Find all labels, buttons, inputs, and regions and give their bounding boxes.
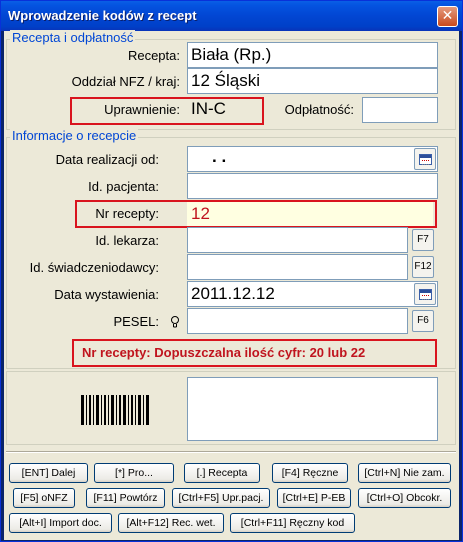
barcode-icon <box>81 395 149 425</box>
id-lekarza-field[interactable] <box>187 227 408 253</box>
pro-button[interactable]: [*] Pro... <box>94 463 174 483</box>
close-button[interactable]: ✕ <box>437 6 458 27</box>
uprawnienie-label: Uprawnienie: <box>104 102 180 117</box>
calendar-icon <box>419 154 432 165</box>
onfz-button[interactable]: [F5] oNFZ <box>13 488 75 508</box>
recepta-label: Recepta: <box>127 48 180 63</box>
window-title: Wprowadzenie kodów z recept <box>8 8 197 23</box>
error-message: Nr recepty: Dopuszczalna ilość cyfr: 20 … <box>82 345 366 360</box>
dialog-window: Wprowadzenie kodów z recept ✕ Recepta i … <box>0 0 463 542</box>
data-realizacji-label: Data realizacji od: <box>55 152 159 167</box>
lightbulb-icon <box>170 314 180 333</box>
id-swiadczeniodawcy-label: Id. świadczeniodawcy: <box>29 260 159 275</box>
id-pacjenta-label: Id. pacjenta: <box>88 179 159 194</box>
notes-textarea[interactable] <box>187 377 438 441</box>
oddzial-label: Oddział NFZ / kraj: <box>71 74 180 89</box>
reczne-button[interactable]: [F4] Ręczne <box>272 463 348 483</box>
pesel-label: PESEL: <box>113 314 159 329</box>
data-realizacji-calendar-button[interactable] <box>414 148 436 170</box>
import-doc-button[interactable]: [Alt+I] Import doc. <box>9 513 112 533</box>
odplatnosc-field[interactable] <box>362 97 438 123</box>
button-area-separator <box>6 451 456 453</box>
pesel-field[interactable] <box>187 308 408 334</box>
uprawnienie-field[interactable]: IN-C <box>187 97 259 121</box>
rec-wet-button[interactable]: [Alt+F12] Rec. wet. <box>118 513 224 533</box>
section-recepta-title: Recepta i odpłatność <box>10 30 136 45</box>
id-swiadczeniodawcy-field[interactable] <box>187 254 408 280</box>
section-informacje-title: Informacje o recepcie <box>10 128 139 143</box>
powtorz-button[interactable]: [F11] Powtórz <box>86 488 165 508</box>
calendar-icon <box>419 289 432 300</box>
oddzial-field[interactable]: 12 Śląski <box>187 68 438 94</box>
id-pacjenta-field[interactable] <box>187 173 438 199</box>
f12-button[interactable]: F12 <box>412 256 434 278</box>
data-realizacji-field[interactable]: . . <box>187 146 438 172</box>
recepta-field[interactable]: Biała (Rp.) <box>187 42 438 68</box>
id-lekarza-label: Id. lekarza: <box>95 233 159 248</box>
nie-zam-button[interactable]: [Ctrl+N] Nie zam. <box>358 463 451 483</box>
f7-button[interactable]: F7 <box>412 229 434 251</box>
nr-recepty-label: Nr recepty: <box>95 206 159 221</box>
enter-dalej-button[interactable]: [ENT] Dalej <box>9 463 88 483</box>
title-bar[interactable]: Wprowadzenie kodów z recept ✕ <box>1 1 462 31</box>
data-wystawienia-calendar-button[interactable] <box>414 283 436 305</box>
data-wystawienia-field[interactable]: 2011.12.12 <box>187 281 438 307</box>
nr-recepty-field[interactable]: 12 <box>187 202 433 226</box>
f6-button[interactable]: F6 <box>412 310 434 332</box>
obcokr-button[interactable]: [Ctrl+O] Obcokr. <box>358 488 451 508</box>
reczny-kod-button[interactable]: [Ctrl+F11] Ręczny kod <box>230 513 355 533</box>
odplatnosc-label: Odpłatność: <box>284 102 354 117</box>
dialog-client: Recepta i odpłatność Recepta: Biała (Rp.… <box>4 30 459 540</box>
p-eb-button[interactable]: [Ctrl+E] P-EB <box>277 488 351 508</box>
data-wystawienia-label: Data wystawienia: <box>54 287 159 302</box>
recepta-button[interactable]: [.] Recepta <box>184 463 260 483</box>
upr-pacj-button[interactable]: [Ctrl+F5] Upr.pacj. <box>172 488 270 508</box>
